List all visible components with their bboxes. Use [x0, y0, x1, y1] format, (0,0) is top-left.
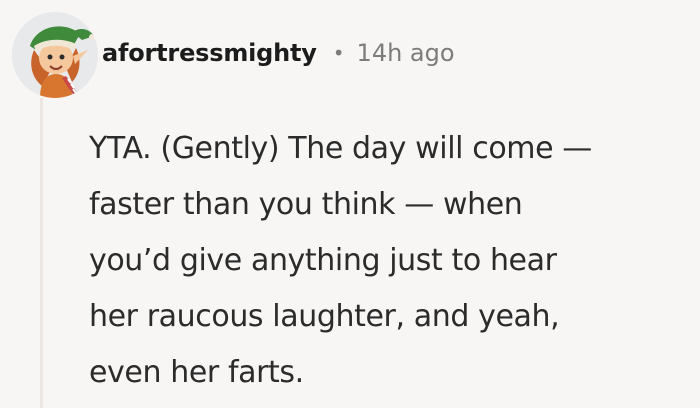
elf-avatar-icon: [12, 12, 98, 98]
comment-body-line: her raucous laughter, and yeah,: [89, 299, 560, 334]
comment-header: afortressmighty • 14h ago: [102, 32, 455, 74]
comment-body: YTA. (Gently) The day will come — faster…: [89, 121, 669, 401]
comment-body-line: faster than you think — when: [89, 187, 523, 222]
username-link[interactable]: afortressmighty: [102, 39, 317, 67]
comment-body-line: YTA. (Gently) The day will come —: [89, 131, 592, 166]
thread-line[interactable]: [40, 98, 43, 408]
comment-body-line: even her farts.: [89, 355, 304, 390]
separator-dot: •: [332, 41, 345, 65]
comment-timestamp[interactable]: 14h ago: [357, 39, 455, 67]
comment-body-line: you’d give anything just to hear: [89, 243, 557, 278]
user-avatar[interactable]: [12, 12, 98, 98]
